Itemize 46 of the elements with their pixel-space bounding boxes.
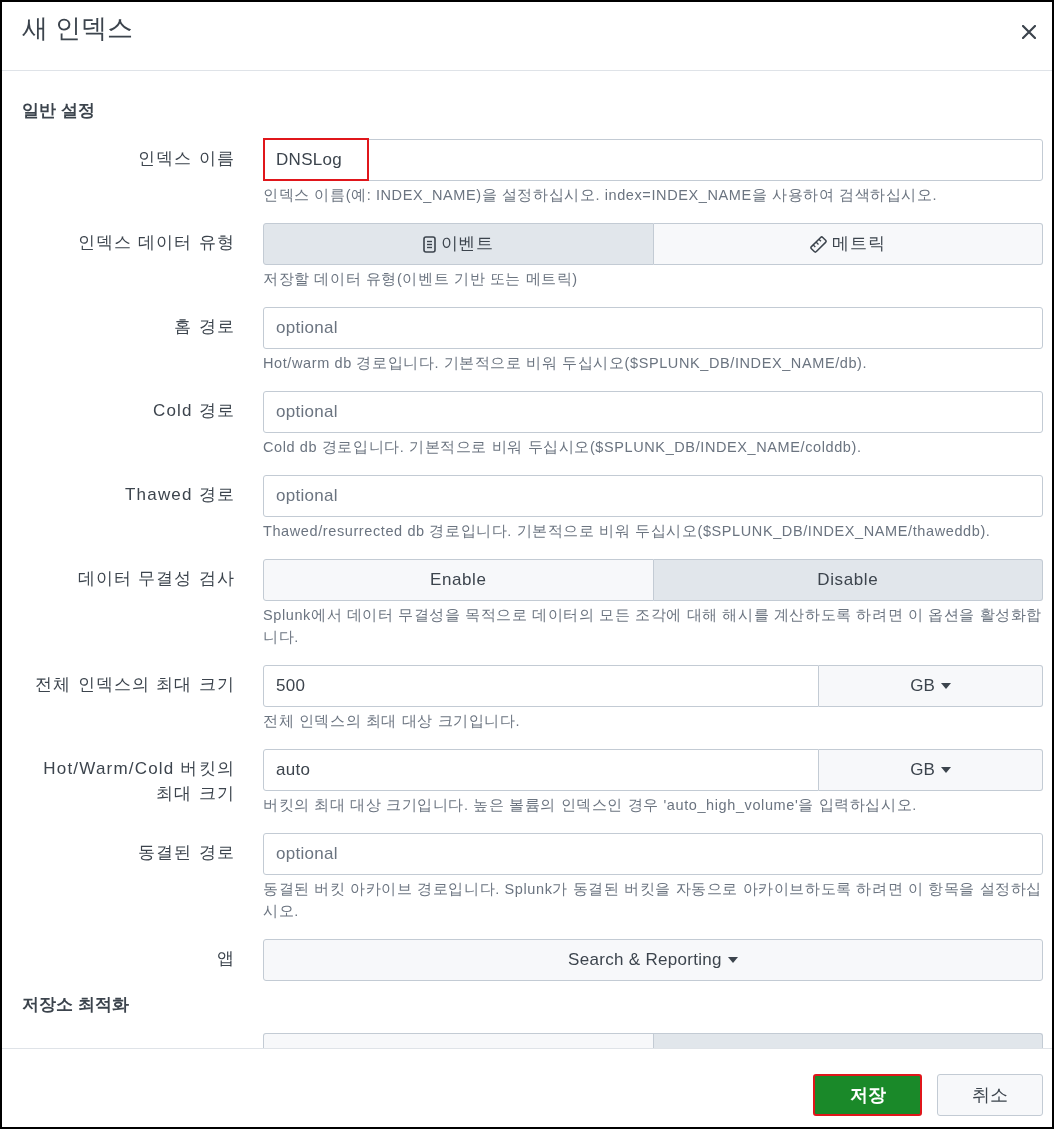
input-field[interactable]: 500: [263, 665, 819, 707]
field-label: 인덱스 이름: [138, 148, 235, 170]
help-text: Splunk에서 데이터 무결성을 목적으로 데이터의 모든 조각에 대해 해시를 계산하도록 하려면 이 옵션을 활성화합니다.: [263, 606, 1043, 647]
field-label: Thawed 경로: [125, 484, 235, 506]
help-text: 저장할 데이터 유형(이벤트 기반 또는 메트릭): [263, 270, 579, 289]
unit-dropdown[interactable]: GB: [819, 749, 1043, 791]
help-text: Thawed/resurrected db 경로입니다. 기본적으로 비워 두십시오($SPLUNK_DB/INDEX_NAME/thaweddb).: [263, 522, 992, 541]
input-field[interactable]: DNSLog: [263, 139, 1043, 181]
help-text: Cold db 경로입니다. 기본적으로 비워 두십시오($SPLUNK_DB/INDEX_NAME/colddb).: [263, 438, 863, 457]
field-label: 홈 경로: [174, 316, 235, 338]
help-text: 인덱스 이름(예: INDEX_NAME)을 설정하십시오. index=INDEX_NAME을 사용하여 검색하십시오.: [263, 186, 939, 205]
section-heading: 일반 설정: [22, 101, 96, 121]
toggle-option[interactable]: [653, 1033, 1043, 1048]
toggle-option[interactable]: 메트릭: [653, 223, 1043, 265]
document-icon: [422, 235, 436, 253]
app-dropdown[interactable]: Search & Reporting: [263, 939, 1043, 981]
field-label: 동결된 경로: [138, 842, 235, 864]
input-field[interactable]: optional: [263, 475, 1043, 517]
input-field[interactable]: optional: [263, 833, 1043, 875]
toggle-option[interactable]: [263, 1033, 654, 1048]
help-text: 전체 인덱스의 최대 대상 크기입니다.: [263, 712, 522, 731]
ruler-icon: [810, 235, 828, 253]
toggle-option[interactable]: Disable: [653, 559, 1043, 601]
caret-down-icon: [727, 957, 738, 963]
input-field[interactable]: optional: [263, 391, 1043, 433]
input-field[interactable]: optional: [263, 307, 1043, 349]
unit-dropdown[interactable]: GB: [819, 665, 1043, 707]
field-label: 전체 인덱스의 최대 크기: [35, 674, 235, 696]
field-label: 데이터 무결성 검사: [77, 568, 235, 590]
toggle-option[interactable]: 이벤트: [263, 223, 654, 265]
caret-down-icon: [940, 683, 951, 689]
field-label: 인덱스 데이터 유형: [77, 232, 235, 254]
save-button[interactable]: 저장: [813, 1074, 922, 1116]
section-heading: 저장소 최적화: [22, 995, 130, 1015]
help-text: Hot/warm db 경로입니다. 기본적으로 비워 두십시오($SPLUNK_DB/INDEX_NAME/db).: [263, 354, 869, 373]
dialog-title: 새 인덱스: [22, 12, 134, 45]
field-label: 앱: [216, 948, 235, 970]
input-field[interactable]: auto: [263, 749, 819, 791]
cancel-button[interactable]: 취소: [937, 1074, 1043, 1116]
help-text: 버킷의 최대 대상 크기입니다. 높은 볼륨의 인덱스인 경우 'auto_high_volume'을 입력하십시오.: [263, 796, 918, 815]
caret-down-icon: [940, 767, 951, 773]
field-label: Hot/Warm/Cold 버킷의 최대 크기: [42, 758, 235, 805]
close-icon[interactable]: [1020, 23, 1038, 41]
help-text: 동결된 버킷 아카이브 경로입니다. Splunk가 동결된 버킷을 자동으로 아카이브하도록 하려면 이 항목을 설정하십시오.: [263, 880, 1043, 921]
toggle-option[interactable]: Enable: [263, 559, 654, 601]
field-label: Cold 경로: [152, 400, 235, 422]
